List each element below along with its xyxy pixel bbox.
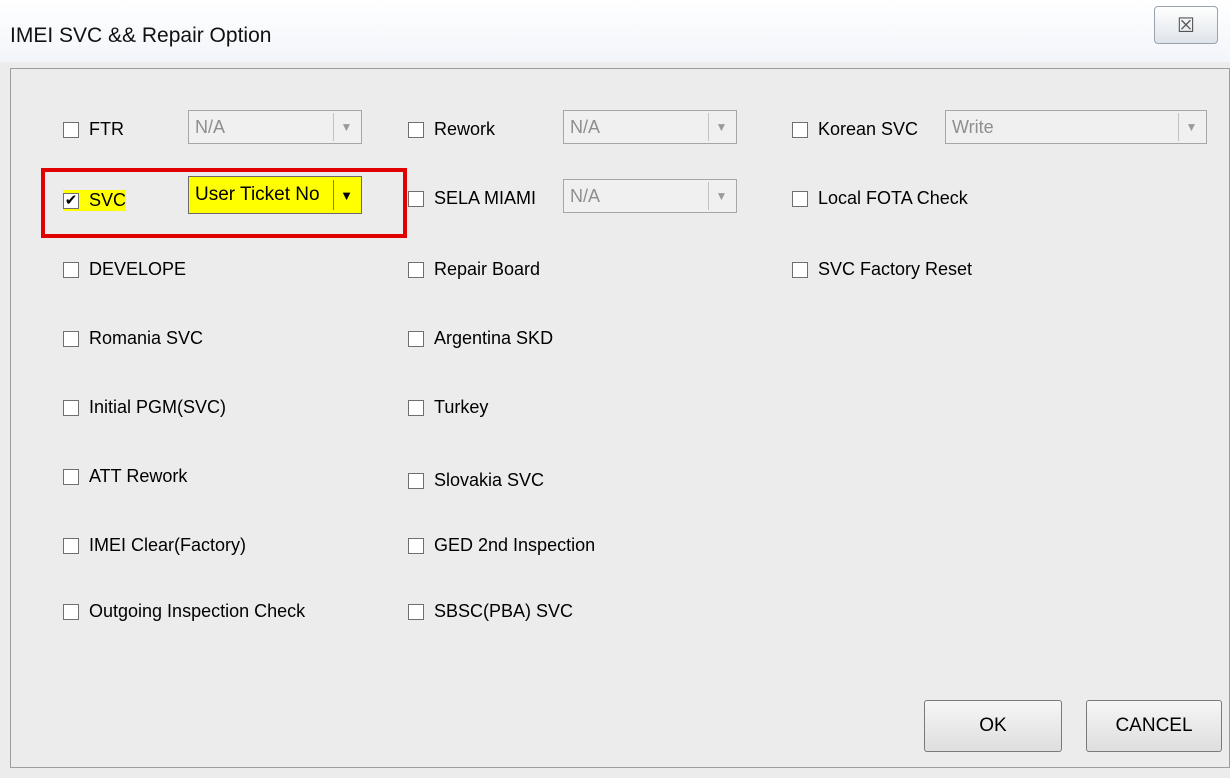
att-rework-label: ATT Rework bbox=[89, 466, 188, 486]
repair-board-checkbox[interactable] bbox=[408, 261, 424, 278]
sela-miami-label: SELA MIAMI bbox=[434, 188, 537, 208]
option-romania-svc[interactable]: Romania SVC bbox=[63, 328, 203, 349]
sela-miami-chevron-down-icon[interactable]: ▼ bbox=[708, 182, 734, 210]
develope-label: DEVELOPE bbox=[89, 259, 187, 279]
option-att-rework[interactable]: ATT Rework bbox=[63, 466, 187, 487]
rework-combo[interactable]: N/A ▼ bbox=[563, 110, 737, 144]
ged-2nd-label: GED 2nd Inspection bbox=[434, 535, 596, 555]
option-outgoing-inspection[interactable]: Outgoing Inspection Check bbox=[63, 601, 305, 622]
korean-svc-label: Korean SVC bbox=[818, 119, 919, 139]
ftr-combo-value: N/A bbox=[195, 117, 226, 137]
rework-combo-value: N/A bbox=[570, 117, 601, 137]
svc-factory-reset-label: SVC Factory Reset bbox=[818, 259, 973, 279]
sela-miami-checkbox[interactable] bbox=[408, 190, 424, 207]
initial-pgm-label: Initial PGM(SVC) bbox=[89, 397, 227, 417]
initial-pgm-checkbox[interactable] bbox=[63, 399, 79, 416]
red-annotation-box bbox=[41, 168, 407, 238]
romania-svc-label: Romania SVC bbox=[89, 328, 204, 348]
imei-clear-checkbox[interactable] bbox=[63, 537, 79, 554]
local-fota-label: Local FOTA Check bbox=[818, 188, 968, 208]
sela-miami-combo[interactable]: N/A ▼ bbox=[563, 179, 737, 213]
turkey-checkbox[interactable] bbox=[408, 399, 424, 416]
rework-chevron-down-icon[interactable]: ▼ bbox=[708, 113, 734, 141]
sela-miami-combo-value: N/A bbox=[570, 186, 601, 206]
rework-label: Rework bbox=[434, 119, 496, 139]
ged-2nd-checkbox[interactable] bbox=[408, 537, 424, 554]
option-slovakia-svc[interactable]: Slovakia SVC bbox=[408, 470, 544, 491]
option-turkey[interactable]: Turkey bbox=[408, 397, 488, 418]
korean-svc-chevron-down-icon[interactable]: ▼ bbox=[1178, 113, 1204, 141]
rework-checkbox[interactable] bbox=[408, 121, 424, 138]
option-local-fota[interactable]: Local FOTA Check bbox=[792, 188, 968, 209]
close-icon: ☒ bbox=[1177, 14, 1195, 37]
repair-board-label: Repair Board bbox=[434, 259, 541, 279]
ftr-label: FTR bbox=[89, 119, 124, 139]
slovakia-svc-label: Slovakia SVC bbox=[434, 470, 545, 490]
ftr-checkbox[interactable] bbox=[63, 121, 79, 138]
argentina-skd-label: Argentina SKD bbox=[434, 328, 554, 348]
dialog-window: IMEI SVC && Repair Option ☒ FTR N/A ▼ ✔ … bbox=[0, 0, 1230, 778]
ok-button[interactable]: OK bbox=[924, 700, 1062, 752]
close-button[interactable]: ☒ bbox=[1154, 6, 1218, 44]
outgoing-inspection-checkbox[interactable] bbox=[63, 603, 79, 620]
option-initial-pgm[interactable]: Initial PGM(SVC) bbox=[63, 397, 226, 418]
korean-svc-combo[interactable]: Write ▼ bbox=[945, 110, 1207, 144]
korean-svc-checkbox[interactable] bbox=[792, 121, 808, 138]
imei-clear-label: IMEI Clear(Factory) bbox=[89, 535, 247, 555]
title-bar: IMEI SVC && Repair Option ☒ bbox=[0, 0, 1230, 62]
option-rework[interactable]: Rework bbox=[408, 119, 495, 140]
option-ftr[interactable]: FTR bbox=[63, 119, 124, 140]
ftr-combo[interactable]: N/A ▼ bbox=[188, 110, 362, 144]
sbsc-pba-label: SBSC(PBA) SVC bbox=[434, 601, 574, 621]
turkey-label: Turkey bbox=[434, 397, 489, 417]
ftr-chevron-down-icon[interactable]: ▼ bbox=[333, 113, 359, 141]
outgoing-inspection-label: Outgoing Inspection Check bbox=[89, 601, 306, 621]
develope-checkbox[interactable] bbox=[63, 261, 79, 278]
option-ged-2nd[interactable]: GED 2nd Inspection bbox=[408, 535, 595, 556]
option-repair-board[interactable]: Repair Board bbox=[408, 259, 540, 280]
option-sela-miami[interactable]: SELA MIAMI bbox=[408, 188, 536, 209]
option-argentina-skd[interactable]: Argentina SKD bbox=[408, 328, 553, 349]
local-fota-checkbox[interactable] bbox=[792, 190, 808, 207]
option-svc-factory-reset[interactable]: SVC Factory Reset bbox=[792, 259, 972, 280]
option-imei-clear[interactable]: IMEI Clear(Factory) bbox=[63, 535, 246, 556]
korean-svc-combo-value: Write bbox=[952, 117, 994, 137]
sbsc-pba-checkbox[interactable] bbox=[408, 603, 424, 620]
option-korean-svc[interactable]: Korean SVC bbox=[792, 119, 918, 140]
option-sbsc-pba[interactable]: SBSC(PBA) SVC bbox=[408, 601, 573, 622]
romania-svc-checkbox[interactable] bbox=[63, 330, 79, 347]
option-develope[interactable]: DEVELOPE bbox=[63, 259, 186, 280]
slovakia-svc-checkbox[interactable] bbox=[408, 472, 424, 489]
svc-factory-reset-checkbox[interactable] bbox=[792, 261, 808, 278]
att-rework-checkbox[interactable] bbox=[63, 468, 79, 485]
dialog-title: IMEI SVC && Repair Option bbox=[10, 24, 272, 47]
cancel-button[interactable]: CANCEL bbox=[1086, 700, 1222, 752]
argentina-skd-checkbox[interactable] bbox=[408, 330, 424, 347]
